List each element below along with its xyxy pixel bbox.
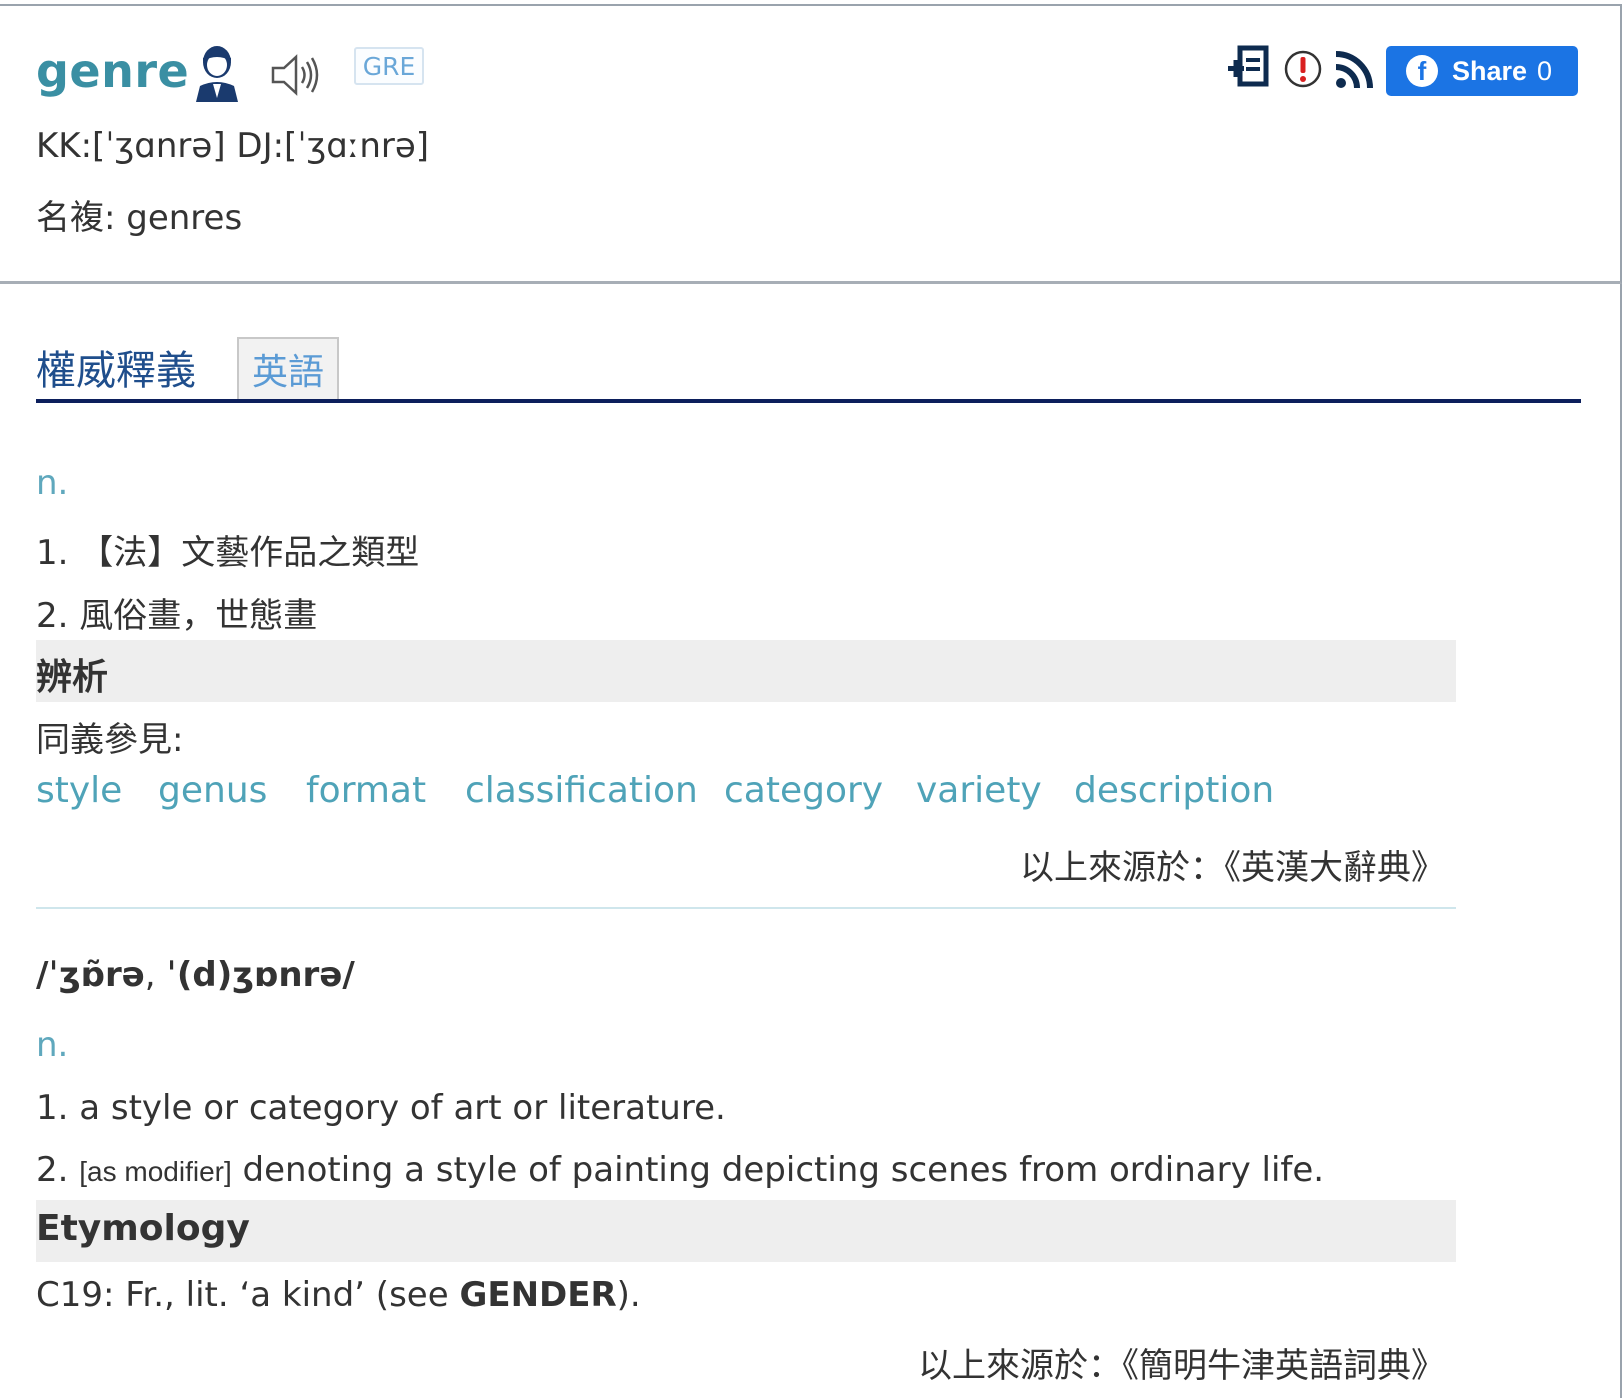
person-icon: [196, 46, 238, 102]
etymology-text: C19: Fr., lit. ‘a kind’ (see GENDER).: [36, 1275, 641, 1315]
definition-2: 2. [as modifier] denoting a style of pai…: [36, 1150, 1324, 1190]
definition-1: 1. 【法】文藝作品之類型: [36, 533, 420, 573]
ipa-pronunciation: /ˈʒɒ̃rə, ˈ(d)ʒɒnrə/: [36, 955, 355, 995]
etymology-crossref: GENDER: [459, 1275, 617, 1315]
etymology-end: ).: [616, 1275, 641, 1315]
headword: genre: [36, 44, 190, 98]
synonym-link[interactable]: variety: [916, 770, 1042, 811]
synonyms-label: 同義參見:: [36, 720, 184, 760]
rss-icon[interactable]: [1334, 50, 1374, 90]
section-title: 權威釋義: [36, 348, 196, 394]
analysis-bar: [36, 640, 1456, 702]
source-credit: 以上來源於：《簡明牛津英語詞典》: [918, 1346, 1445, 1386]
source-credit: 以上來源於：《英漢大辭典》: [1020, 848, 1445, 888]
facebook-share-button[interactable]: f Share 0: [1386, 46, 1578, 96]
section-divider: [36, 399, 1581, 403]
definition-text: denoting a style of painting depicting s…: [231, 1150, 1325, 1190]
etymology-body: C19: Fr., lit. ‘a kind’ (see: [36, 1275, 460, 1315]
report-error-icon[interactable]: [1283, 49, 1323, 89]
synonym-link[interactable]: category: [724, 770, 883, 811]
share-label: Share: [1452, 55, 1528, 86]
definition-1: 1. a style or category of art or literat…: [36, 1088, 726, 1128]
ipa-separator: ,: [144, 955, 167, 995]
pronunciation: KK:[ˈʒɑnrə] DJ:[ˈʒɑːnrə]: [36, 126, 430, 166]
analysis-label: 辨析: [36, 657, 109, 698]
tab-english[interactable]: 英語: [237, 337, 339, 399]
part-of-speech: n.: [36, 1025, 69, 1065]
speaker-icon[interactable]: [270, 54, 322, 96]
definition-2: 2. 風俗畫，世態畫: [36, 596, 318, 636]
plural-form: 名複: genres: [36, 198, 243, 238]
ipa-variant: ˈ(d)ʒɒnrə/: [166, 955, 355, 995]
etymology-label: Etymology: [36, 1208, 250, 1249]
part-of-speech: n.: [36, 463, 69, 503]
synonym-link[interactable]: description: [1074, 770, 1274, 811]
definition-number: 2.: [36, 1150, 80, 1190]
synonym-link[interactable]: style: [36, 770, 122, 811]
ipa-primary: /ˈʒɒ̃rə: [36, 955, 145, 995]
usage-label: [as modifier]: [79, 1156, 232, 1187]
add-to-wordbook-icon[interactable]: [1226, 44, 1270, 90]
synonym-link[interactable]: format: [306, 770, 426, 811]
synonym-link[interactable]: genus: [158, 770, 267, 811]
content-panel-border: [1620, 284, 1622, 1398]
share-count: 0: [1537, 55, 1553, 86]
gre-badge: GRE: [354, 47, 424, 85]
dictionary-divider: [36, 907, 1456, 909]
synonym-link[interactable]: classification: [465, 770, 698, 811]
facebook-icon: f: [1406, 55, 1438, 87]
